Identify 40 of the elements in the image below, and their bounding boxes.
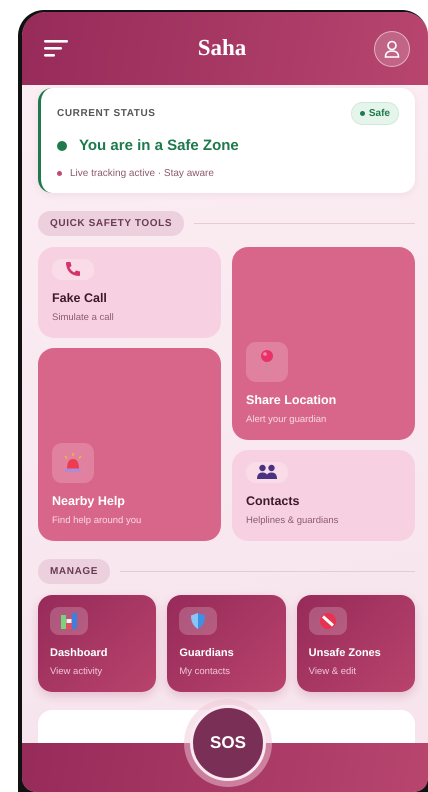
status-label: CURRENT STATUS [57,107,156,121]
manage-subtitle: View activity [50,665,104,680]
pin-icon [259,348,275,374]
chart-icon [60,612,78,630]
bullet-icon [57,170,62,176]
person-icon [384,40,400,58]
section-label: QUICK SAFETY TOOLS [38,210,184,236]
tool-title: Fake Call [52,290,108,306]
sos-button[interactable]: SOS [190,705,266,781]
tool-card[interactable]: Share Location Alert your guardian [232,246,415,440]
tool-card[interactable]: Contacts Helplines & guardians [232,450,415,540]
people-icon [256,464,278,480]
tool-title: Share Location [246,392,338,408]
siren-icon [62,452,84,474]
tool-card[interactable]: Fake Call Simulate a call [38,246,221,338]
tool-subtitle: Helplines & guardians [246,514,340,528]
no-entry-icon [318,612,337,630]
tool-title: Contacts [246,492,300,510]
manage-subtitle: View & edit [308,665,358,680]
tool-subtitle: Alert your guardian [246,413,328,428]
menu-icon [44,39,70,58]
manage-title: Guardians [179,646,235,661]
status-badge: Safe [350,102,399,125]
manage-card[interactable]: Guardians My contacts [167,594,286,692]
tool-subtitle: Find help around you [52,514,142,528]
phone-icon [64,260,82,278]
tool-card[interactable]: Nearby Help Find help around you [38,348,221,540]
app-title: Saha [198,34,246,62]
manage-card[interactable]: Dashboard View activity [38,594,156,692]
tool-title: Nearby Help [52,492,126,510]
manage-title: Dashboard [50,646,108,661]
shield-icon [190,612,206,630]
tool-subtitle: Simulate a call [52,311,115,326]
status-note: Live tracking active · Stay aware [70,166,214,180]
profile-button[interactable] [374,30,410,66]
section-label: MANAGE [38,558,110,584]
manage-subtitle: My contacts [179,665,232,680]
manage-card[interactable]: Unsafe Zones View & edit [296,594,415,692]
manage-title: Unsafe Zones [308,646,382,661]
status-headline: You are in a Safe Zone [79,136,239,156]
